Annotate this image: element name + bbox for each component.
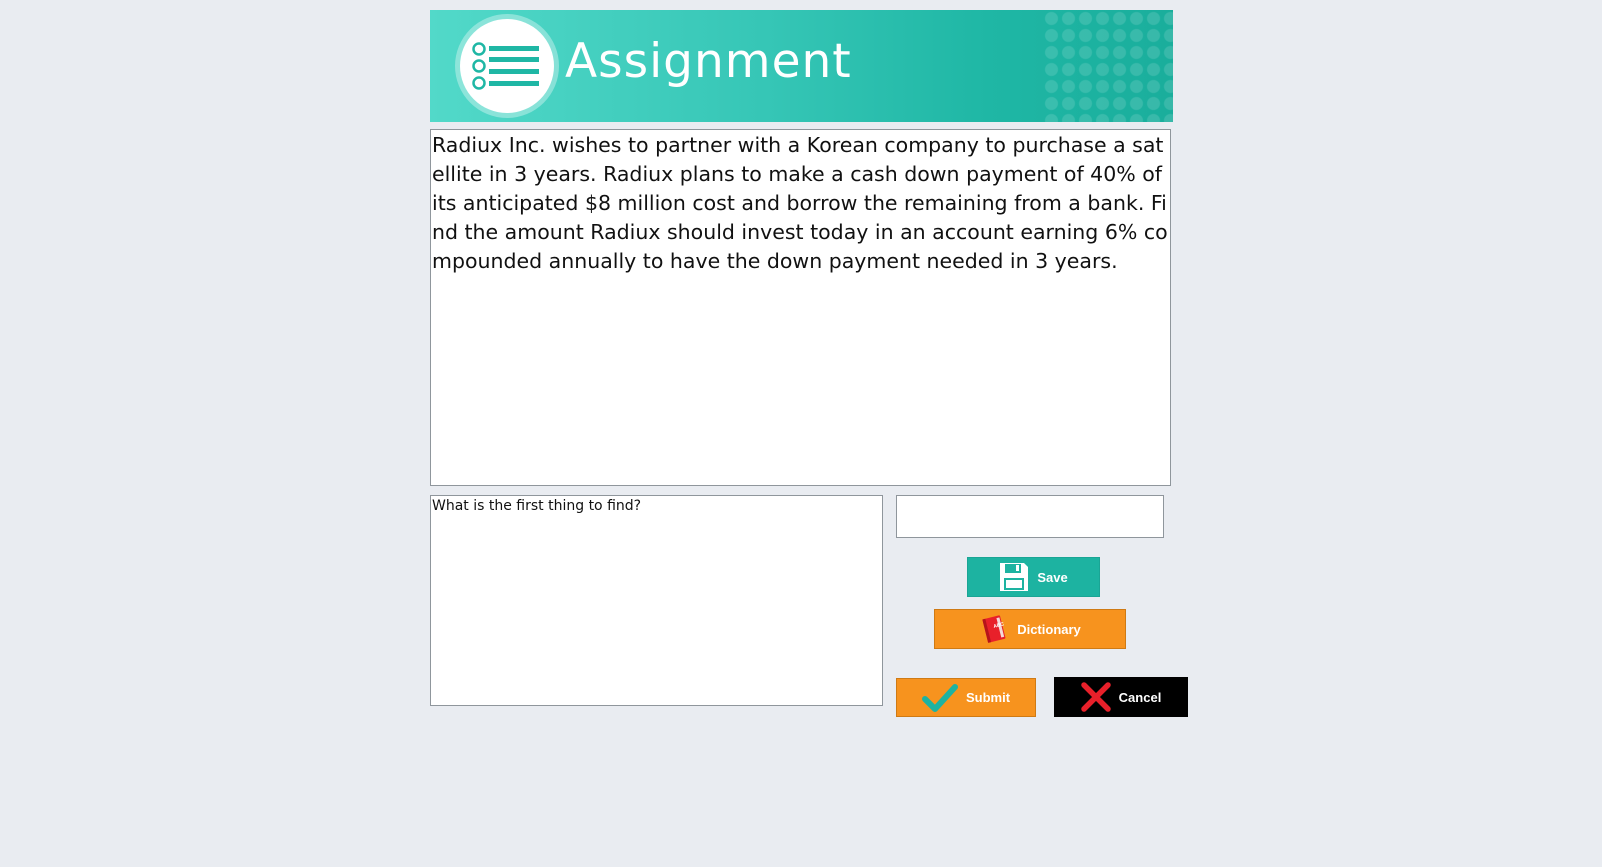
assignment-header: Assignment	[430, 10, 1173, 122]
dictionary-button[interactable]: ABC Dictionary	[934, 609, 1126, 649]
floppy-disk-icon	[999, 562, 1029, 592]
save-button[interactable]: Save	[967, 557, 1100, 597]
checkmark-icon	[921, 683, 958, 713]
x-icon	[1080, 682, 1111, 712]
list-icon	[460, 19, 554, 113]
submit-button[interactable]: Submit	[896, 678, 1036, 717]
question-text: Radiux Inc. wishes to partner with a Kor…	[432, 133, 1168, 273]
answer-textarea[interactable]: What is the first thing to find?	[430, 495, 883, 706]
dictionary-label: Dictionary	[1017, 621, 1081, 637]
cancel-button[interactable]: Cancel	[1054, 677, 1188, 717]
page-title: Assignment	[565, 34, 852, 89]
header-dot-pattern	[1043, 10, 1173, 122]
answer-prompt: What is the first thing to find?	[432, 498, 642, 514]
submit-label: Submit	[965, 690, 1011, 705]
save-label: Save	[1037, 569, 1068, 585]
answer-input[interactable]	[896, 495, 1164, 538]
question-panel[interactable]: Radiux Inc. wishes to partner with a Kor…	[430, 129, 1171, 486]
cancel-label: Cancel	[1118, 689, 1162, 705]
dictionary-book-icon: ABC	[979, 614, 1009, 644]
svg-text:ABC: ABC	[993, 621, 1005, 630]
